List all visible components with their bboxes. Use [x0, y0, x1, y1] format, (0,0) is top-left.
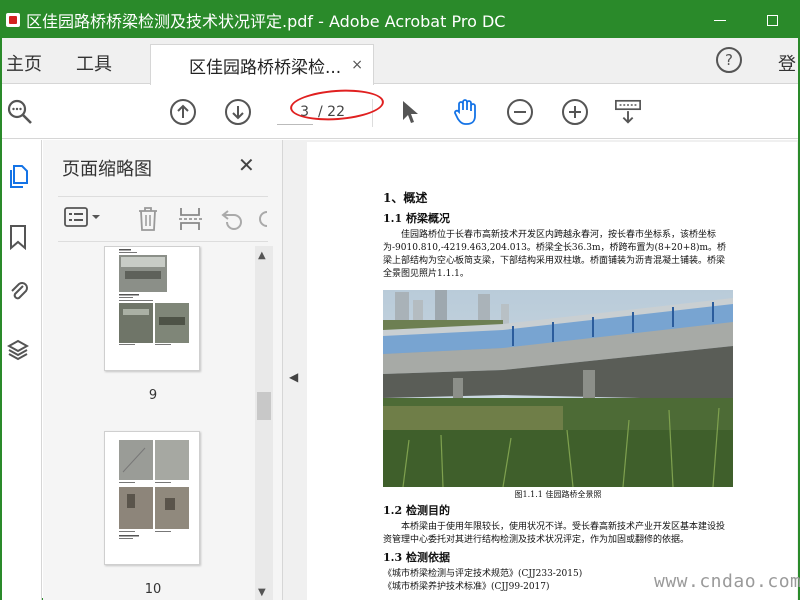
- rotate-icon[interactable]: [220, 206, 246, 237]
- collapse-panel-handle[interactable]: ◀: [283, 140, 305, 600]
- maximize-icon: [766, 14, 778, 26]
- scroll-up-icon[interactable]: ▲: [258, 250, 266, 261]
- thumbnail-page-number: 9: [148, 388, 158, 403]
- document-tab-label: 区佳园路桥桥梁检...: [189, 57, 342, 78]
- minimize-button[interactable]: [694, 2, 746, 38]
- panel-toolbar: [58, 196, 268, 242]
- thumbnail-list: 9 10: [43, 246, 255, 600]
- scrollbar-thumb[interactable]: [257, 392, 271, 420]
- page-thumbnails-icon[interactable]: [7, 164, 29, 190]
- previous-page-button[interactable]: [169, 98, 197, 126]
- thumbnail-page-9[interactable]: [104, 246, 200, 371]
- select-cursor-icon[interactable]: [396, 98, 424, 126]
- subsection-heading: 1.3 检测依据: [383, 551, 450, 564]
- acrobat-app-icon: [6, 13, 20, 27]
- minimize-icon: [714, 19, 726, 21]
- figure-caption: 图1.1.1 佳园路桥全景照: [514, 490, 602, 499]
- extract-pages-icon[interactable]: [178, 206, 204, 237]
- maximize-button[interactable]: [746, 2, 798, 38]
- subsection-heading: 1.1 桥梁概况: [383, 212, 450, 225]
- attachment-icon[interactable]: [7, 278, 29, 304]
- tab-tools[interactable]: 工具: [76, 50, 112, 76]
- close-tab-icon[interactable]: ×: [351, 57, 363, 73]
- thumbnail-page-10[interactable]: [104, 431, 200, 565]
- title-bar: 区佳园路桥桥梁检测及技术状况评定.pdf - Adobe Acrobat Pro…: [2, 2, 798, 38]
- navigation-rail: [2, 140, 42, 600]
- scroll-down-icon[interactable]: ▼: [258, 587, 266, 598]
- page-thumbnails-panel: 页面缩略图 ✕ 9 10 ▲ ▼: [43, 140, 283, 600]
- help-icon[interactable]: ?: [716, 47, 742, 73]
- tab-home[interactable]: 主页: [6, 50, 42, 76]
- pdf-page: 1、概述 1.1 桥梁概况 佳园路桥位于长春市高新技术开发区内跨越永春河，按长春…: [307, 142, 797, 600]
- options-menu-icon[interactable]: [64, 206, 104, 233]
- login-button[interactable]: 登: [778, 50, 796, 76]
- window-controls: [694, 2, 798, 38]
- window-title: 区佳园路桥桥梁检测及技术状况评定.pdf - Adobe Acrobat Pro…: [26, 12, 506, 31]
- site-watermark: www.cndao.com: [654, 571, 800, 592]
- close-panel-icon[interactable]: ✕: [238, 153, 255, 177]
- next-page-button[interactable]: [224, 98, 252, 126]
- zoom-out-button[interactable]: [506, 98, 534, 126]
- section-heading: 1、概述: [383, 191, 428, 205]
- search-icon[interactable]: [6, 98, 34, 126]
- thumbnail-scrollbar[interactable]: ▲ ▼: [255, 246, 273, 600]
- thumbnail-page-number: 10: [144, 582, 162, 597]
- subsection-heading: 1.2 检测目的: [383, 504, 450, 517]
- zoom-in-button[interactable]: [561, 98, 589, 126]
- paragraph: 佳园路桥位于长春市高新技术开发区内跨越永春河，按长春市坐标系，该桥坐标为-901…: [383, 230, 727, 279]
- paragraph: 本桥梁由于使用年限较长，使用状况不详。受长春高新技术产业开发区基本建设投资管理中…: [383, 522, 726, 545]
- collapse-arrow-icon: ◀: [289, 370, 299, 384]
- page-content: 1、概述 1.1 桥梁概况 佳园路桥位于长春市高新技术开发区内跨越永春河，按长春…: [383, 189, 733, 592]
- toolbar: 3 / 22: [2, 85, 798, 139]
- delete-icon[interactable]: [136, 206, 160, 237]
- bookmark-icon[interactable]: [7, 224, 29, 251]
- layers-icon[interactable]: [6, 338, 30, 364]
- bridge-photo: [383, 290, 733, 487]
- panel-title: 页面缩略图: [62, 159, 152, 180]
- hand-tool-icon[interactable]: [451, 98, 479, 126]
- keyboard-download-icon[interactable]: [614, 98, 642, 126]
- document-view[interactable]: 1、概述 1.1 桥梁概况 佳园路桥位于长春市高新技术开发区内跨越永春河，按长春…: [305, 140, 798, 600]
- tab-document[interactable]: 区佳园路桥桥梁检... ×: [150, 44, 374, 85]
- rotate-clockwise-icon[interactable]: [258, 206, 268, 237]
- tab-bar: 主页 工具 区佳园路桥桥梁检... × ? 登: [2, 38, 798, 85]
